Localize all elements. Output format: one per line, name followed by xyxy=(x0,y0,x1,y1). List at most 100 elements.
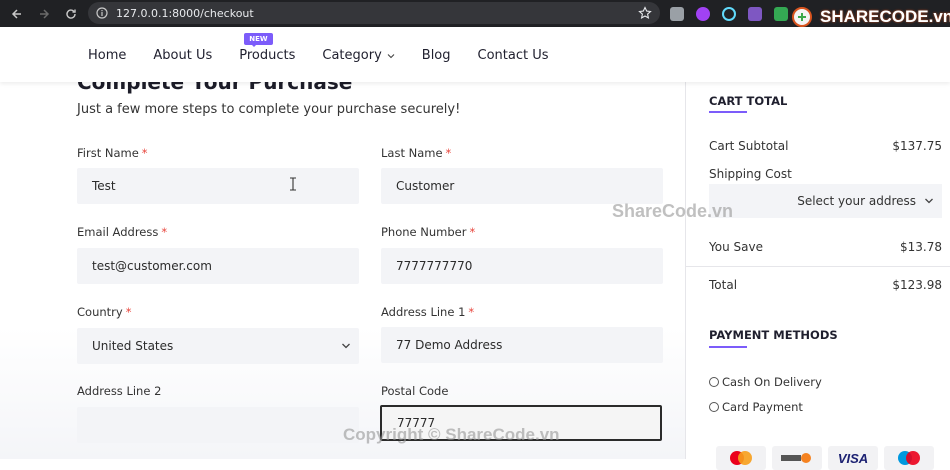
camera-extension-icon[interactable] xyxy=(670,6,684,21)
payment-option-card[interactable]: Card Payment xyxy=(709,400,803,414)
nav-about-us[interactable]: About Us xyxy=(153,48,212,63)
you-save-row: You Save $13.78 xyxy=(709,240,942,254)
postal-label-text: Postal Code xyxy=(381,384,449,398)
radio-button[interactable] xyxy=(709,402,719,412)
page-title: Complete Your Purchase xyxy=(77,82,353,94)
postal-label: Postal Code xyxy=(381,384,448,398)
last-name-label: Last Name * xyxy=(381,146,451,160)
first-name-field[interactable]: Test xyxy=(77,168,359,204)
mastercard-icon xyxy=(716,446,766,470)
visa-icon: VISA xyxy=(828,446,878,470)
address1-field[interactable]: 77 Demo Address xyxy=(381,327,663,363)
total-value: $123.98 xyxy=(892,278,942,292)
last-name-value: Customer xyxy=(396,179,455,193)
nav-blog[interactable]: Blog xyxy=(422,48,451,63)
country-label: Country * xyxy=(77,305,131,319)
extensions-area xyxy=(670,0,788,27)
required-mark: * xyxy=(125,305,132,319)
phone-label-text: Phone Number xyxy=(381,225,467,239)
new-badge: NEW xyxy=(244,33,273,47)
address1-label-text: Address Line 1 xyxy=(381,305,466,319)
checkout-form-area: Complete Your Purchase Just a few more s… xyxy=(0,82,685,459)
email-field[interactable]: test@customer.com xyxy=(77,248,359,284)
first-name-value: Test xyxy=(92,179,116,193)
main-nav: Home About Us NEW Products Category Blog… xyxy=(88,33,576,63)
address2-label-text: Address Line 2 xyxy=(77,384,162,398)
divider xyxy=(686,266,950,267)
sharecode-logo-text: SHARECODE.vn xyxy=(820,7,950,26)
forward-icon[interactable] xyxy=(34,4,54,24)
address1-label: Address Line 1 * xyxy=(381,305,474,319)
last-name-field[interactable]: Customer xyxy=(381,168,663,204)
react-extension-icon[interactable] xyxy=(722,6,736,21)
pen-extension-icon[interactable] xyxy=(748,6,762,21)
required-mark: * xyxy=(468,305,475,319)
maestro-icon xyxy=(884,446,934,470)
email-label: Email Address * xyxy=(77,225,167,239)
payment-option-label: Cash On Delivery xyxy=(722,375,822,389)
shipping-select-value: Select your address xyxy=(797,194,916,208)
you-save-label: You Save xyxy=(709,240,763,254)
required-mark: * xyxy=(469,225,476,239)
address1-value: 77 Demo Address xyxy=(396,338,503,352)
phone-value: 7777777770 xyxy=(396,259,473,273)
last-name-label-text: Last Name xyxy=(381,146,443,160)
address-bar[interactable]: 127.0.0.1:8000/checkout xyxy=(88,2,660,24)
address2-label: Address Line 2 xyxy=(77,384,161,398)
radio-button[interactable] xyxy=(709,377,719,387)
watermark-copyright: Copyright © ShareCode.vn xyxy=(343,425,560,444)
chevron-down-icon xyxy=(925,198,933,204)
accepted-cards: VISA xyxy=(716,446,934,470)
nav-category-label: Category xyxy=(322,48,382,63)
required-mark: * xyxy=(141,146,148,160)
country-label-text: Country xyxy=(77,305,123,319)
chevron-down-icon xyxy=(387,53,395,58)
nav-home[interactable]: Home xyxy=(88,48,126,63)
nav-contact-us[interactable]: Contact Us xyxy=(478,48,549,63)
shipping-address-select[interactable]: Select your address xyxy=(709,184,942,218)
email-value: test@customer.com xyxy=(92,259,212,273)
total-row: Total $123.98 xyxy=(709,278,942,292)
subtotal-row: Cart Subtotal $137.75 xyxy=(709,139,942,153)
visa-text: VISA xyxy=(837,450,869,466)
back-icon[interactable] xyxy=(7,4,27,24)
cart-sidebar: CART TOTAL Cart Subtotal $137.75 Shippin… xyxy=(685,82,950,470)
email-label-text: Email Address xyxy=(77,225,159,239)
site-header: Home About Us NEW Products Category Blog… xyxy=(0,27,950,82)
heading-underline xyxy=(709,346,747,348)
url-text[interactable]: 127.0.0.1:8000/checkout xyxy=(116,7,254,20)
address2-field[interactable] xyxy=(77,407,359,443)
first-name-label-text: First Name xyxy=(77,146,139,160)
nav-home-label: Home xyxy=(88,48,127,63)
required-mark: * xyxy=(445,146,452,160)
country-value: United States xyxy=(92,339,174,353)
sharecode-logo: SHARECODE.vn xyxy=(790,6,950,28)
nav-about-label: About Us xyxy=(153,48,213,63)
site-info-icon[interactable] xyxy=(96,4,108,23)
country-select[interactable]: United States xyxy=(77,328,359,364)
text-cursor-icon xyxy=(290,177,296,191)
required-mark: * xyxy=(161,225,168,239)
watermark-center: ShareCode.vn xyxy=(612,201,734,221)
payment-methods-heading: PAYMENT METHODS xyxy=(709,328,838,342)
shipping-label: Shipping Cost xyxy=(709,167,792,181)
green-extension-icon[interactable] xyxy=(774,6,788,21)
bookmark-star-icon[interactable] xyxy=(638,5,652,24)
discover-icon xyxy=(772,446,822,470)
nav-contact-label: Contact Us xyxy=(477,48,549,63)
nav-category[interactable]: Category xyxy=(322,48,395,63)
cart-total-heading: CART TOTAL xyxy=(709,94,788,108)
nav-blog-label: Blog xyxy=(421,48,451,63)
first-name-label: First Name * xyxy=(77,146,148,160)
nav-products[interactable]: NEW Products xyxy=(239,33,295,63)
shipping-row: Shipping Cost xyxy=(709,167,942,181)
payment-option-label: Card Payment xyxy=(722,400,803,414)
subtotal-label: Cart Subtotal xyxy=(709,139,789,153)
payment-option-cod[interactable]: Cash On Delivery xyxy=(709,375,822,389)
page-subtitle: Just a few more steps to complete your p… xyxy=(77,102,461,117)
phone-field[interactable]: 7777777770 xyxy=(381,248,663,284)
reload-icon[interactable] xyxy=(61,4,81,24)
purple-extension-icon[interactable] xyxy=(696,6,710,21)
subtotal-value: $137.75 xyxy=(892,139,942,153)
phone-label: Phone Number * xyxy=(381,225,475,239)
